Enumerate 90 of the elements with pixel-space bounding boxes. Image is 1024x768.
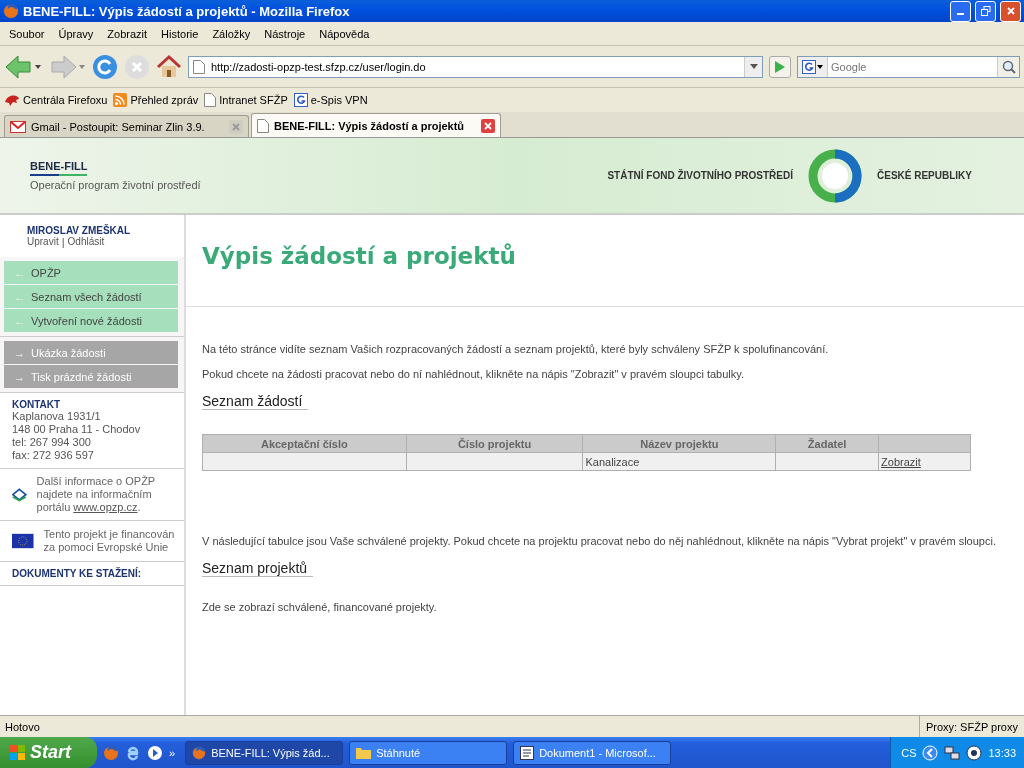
show-link[interactable]: Zobrazit: [881, 455, 921, 468]
dropdown-arrow-icon[interactable]: [749, 64, 758, 69]
downloads-title: DOKUMENTY KE STAŽENÍ:: [12, 568, 142, 579]
close-icon: [484, 121, 492, 130]
opzp-info-text: Další informace o OPŽP najdete na informačním portálu www.opzp.cz.: [36, 475, 156, 514]
column-header: Žadatel: [775, 434, 879, 453]
menu-item[interactable]: Úpravy: [51, 27, 101, 40]
play-arrow-icon: [774, 59, 786, 74]
mail-icon: [10, 120, 26, 133]
user-name: MIROSLAV ZMEŠKAL: [27, 225, 132, 236]
menu-item[interactable]: Nástroje: [257, 27, 313, 40]
page-icon: [193, 59, 205, 74]
contact-line: 148 00 Praha 11 - Chodov: [12, 423, 141, 436]
fund-name: STÁTNÍ FOND ŽIVOTNÍHO PROSTŘEDÍ: [607, 170, 793, 181]
go-button[interactable]: [769, 55, 791, 78]
restore-icon: [980, 6, 991, 16]
bookmark-link[interactable]: Přehled zpráv: [113, 93, 199, 107]
close-tab-icon[interactable]: [481, 118, 495, 133]
contact-line: fax: 272 936 597: [12, 449, 95, 462]
browser-tab[interactable]: BENE-FILL: Výpis žádostí a projektů: [251, 113, 501, 137]
status-text: Hotovo: [4, 720, 40, 733]
folder-icon: [356, 746, 372, 759]
more-button[interactable]: »: [169, 746, 176, 759]
reload-icon[interactable]: [92, 53, 118, 80]
column-header: Název projektu: [582, 434, 776, 453]
contact-title: KONTAKT: [12, 399, 62, 410]
taskbar-task[interactable]: Dokument1 - Microsof...: [513, 740, 672, 765]
firefox-launch-icon: [103, 744, 119, 761]
contact-line: Kaplanova 1931/1: [12, 410, 102, 423]
separator: |: [61, 236, 65, 249]
firefox-icon: [192, 745, 207, 760]
network-icon[interactable]: [944, 744, 961, 761]
address-field[interactable]: http://zadosti-opzp-test.sfzp.cz/user/login.do: [188, 55, 763, 78]
security-icon[interactable]: [966, 744, 983, 761]
taskbar-task[interactable]: BENE-FILL: Výpis žád...: [185, 740, 344, 765]
menu-item[interactable]: Soubor: [2, 27, 52, 40]
window-title: BENE-FILL: Výpis žádostí a projektů - Mozilla Firefox: [23, 3, 351, 19]
rss-icon: [113, 93, 128, 107]
section-title: Seznam žádostí: [202, 393, 309, 410]
sidebar-nav-link[interactable]: ← Vytvoření nové žádosti: [4, 309, 178, 332]
opzp-link[interactable]: www.opzp.cz: [73, 501, 138, 513]
bookmark-link[interactable]: Intranet SFŽP: [204, 93, 288, 107]
projects-intro-text: V následující tabulce jsou Vaše schválené projekty. Pokud chcete na projektu pracovat nebo do něj nahlédnout, klikněte na nápis "Vybrat projekt" v pravém sloupci.: [202, 535, 997, 547]
page-icon: [204, 93, 217, 107]
intro-text: Pokud chcete na žádosti pracovat nebo do ní nahlédnout, klikněte na nápis "Zobrazit" v pravém sloupci tabulky.: [202, 368, 746, 380]
column-header: Číslo projektu: [406, 434, 583, 453]
close-icon: [1006, 7, 1015, 15]
menu-item[interactable]: Záložky: [205, 27, 258, 40]
caret-icon[interactable]: [817, 64, 823, 69]
firefox-icon: [3, 3, 19, 19]
intro-text: Na této stránce vidíte seznam Vašich rozpracovaných žádostí a seznam projektů, které byly schváleny SFŽP k spolufinancování.: [202, 343, 830, 355]
back-arrow-icon[interactable]: [4, 53, 42, 80]
user-link[interactable]: Upravit: [27, 236, 59, 249]
sidebar-nav-link[interactable]: ← OPŽP: [4, 261, 178, 284]
bookmark-link[interactable]: Centrála Firefoxu: [4, 93, 108, 107]
ring-logo-icon: [807, 147, 863, 204]
bookmark-link[interactable]: e-Spis VPN: [293, 93, 368, 107]
menu-item[interactable]: Historie: [154, 27, 206, 40]
home-icon[interactable]: [156, 53, 182, 80]
google-g-icon: [802, 59, 816, 74]
search-icon[interactable]: [1001, 59, 1016, 74]
page-icon: [257, 118, 269, 133]
menu-item[interactable]: Zobrazit: [100, 27, 155, 40]
brand-name: BENE-FILL: [30, 160, 88, 176]
brand-subtitle: Operační program životní prostředí: [30, 179, 202, 191]
bird-icon: [4, 93, 20, 107]
windows-flag-icon: [10, 744, 26, 761]
search-box[interactable]: Google: [797, 55, 1020, 78]
country-name: ČESKÉ REPUBLIKY: [877, 170, 972, 181]
section-title: Seznam projektů: [202, 560, 314, 577]
close-button[interactable]: [1000, 0, 1021, 22]
media-player-icon[interactable]: [147, 744, 163, 761]
empty-projects-text: Zde se zobrazí schválené, financované projekty.: [202, 601, 438, 613]
user-link[interactable]: Odhlásit: [67, 236, 105, 249]
document-icon: [520, 745, 535, 760]
browser-tab[interactable]: Gmail - Postoupit: Seminar Zlin 3.9.: [4, 115, 249, 137]
page-title: Výpis žádostí a projektů: [202, 243, 517, 269]
contact-line: tel: 267 994 300: [12, 436, 92, 449]
close-icon: [232, 122, 240, 131]
minimize-button[interactable]: [950, 0, 971, 22]
google-g-icon: [293, 93, 308, 107]
sidebar-nav-link[interactable]: ← Seznam všech žádostí: [4, 285, 178, 308]
eu-info-text: Tento projekt je financován za pomoci Evropské Unie: [43, 528, 176, 554]
menu-item[interactable]: Nápověda: [312, 27, 377, 40]
browser-e-icon[interactable]: [125, 744, 141, 761]
clock: 13:33: [988, 746, 1016, 759]
taskbar-task[interactable]: Stáhnuté: [349, 740, 508, 765]
column-header: Akceptační číslo: [202, 434, 407, 453]
restore-button[interactable]: [975, 0, 996, 22]
language-indicator[interactable]: CS: [901, 746, 917, 759]
